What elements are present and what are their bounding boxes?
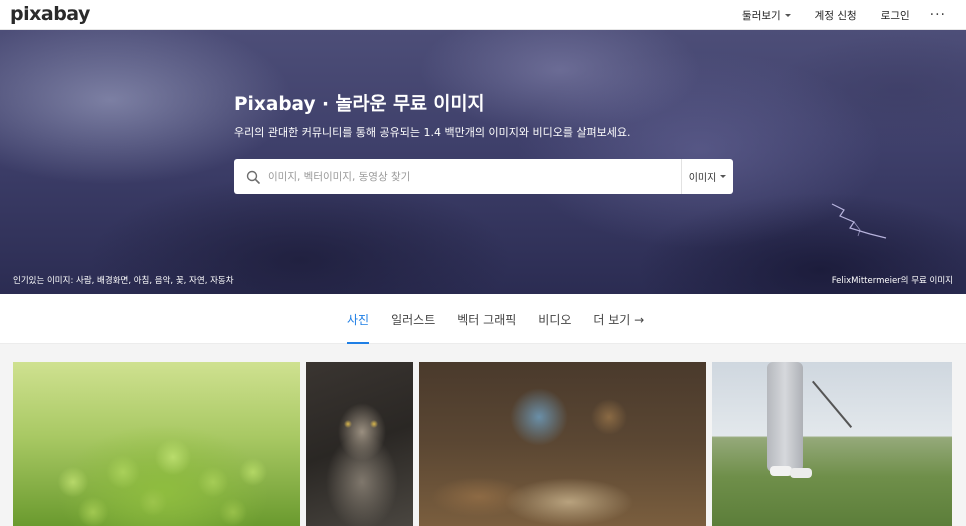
- hero-banner: Pixabay · 놀라운 무료 이미지 우리의 관대한 커뮤니티를 통해 공유…: [0, 30, 966, 294]
- hero-title: Pixabay · 놀라운 무료 이미지: [234, 94, 485, 115]
- media-type-tabs: 사진 일러스트 벡터 그래픽 비디오 더 보기 →: [347, 294, 666, 344]
- tab-vector-graphics[interactable]: 벡터 그래픽: [457, 294, 516, 344]
- golfer-shoe: [790, 468, 812, 478]
- tab-videos[interactable]: 비디오: [538, 294, 571, 344]
- popular-images-links[interactable]: 인기있는 이미지: 사람, 배경화면, 아침, 음악, 꽃, 자연, 자동차: [13, 274, 234, 286]
- tab-photos[interactable]: 사진: [347, 294, 370, 344]
- gallery-photo-romanesco[interactable]: [13, 362, 300, 526]
- more-horizontal-icon[interactable]: ···: [922, 7, 958, 23]
- login-link[interactable]: 로그인: [869, 8, 922, 23]
- media-type-tabs-bar: 사진 일러스트 벡터 그래픽 비디오 더 보기 →: [0, 294, 966, 344]
- search-icon[interactable]: [238, 159, 268, 194]
- gallery-photo-golfer[interactable]: [712, 362, 952, 526]
- image-gallery: [0, 344, 966, 526]
- tab-more[interactable]: 더 보기 →: [593, 294, 644, 344]
- search-box: 이미지: [234, 159, 733, 194]
- chevron-down-icon: [720, 175, 727, 178]
- golfer-shoe: [770, 466, 792, 476]
- search-type-label: 이미지: [688, 173, 717, 184]
- hero-subtitle: 우리의 관대한 커뮤니티를 통해 공유되는 1.4 백만개의 이미지와 비디오를…: [234, 126, 631, 139]
- image-credit-link[interactable]: FelixMittermeier의 무료 이미지: [832, 274, 953, 286]
- signup-link[interactable]: 계정 신청: [803, 8, 869, 23]
- explore-menu-button[interactable]: 둘러보기: [730, 8, 803, 23]
- header-nav: 둘러보기 계정 신청 로그인 ···: [730, 0, 958, 30]
- pixabay-logo[interactable]: pixabay: [10, 3, 90, 25]
- golf-club: [812, 380, 853, 428]
- chevron-down-icon: [784, 13, 791, 17]
- golfer-figure: [767, 362, 803, 472]
- gallery-photo-vintage-desk[interactable]: [419, 362, 706, 526]
- gallery-photo-cat[interactable]: [306, 362, 413, 526]
- lightning-decoration: [831, 203, 887, 239]
- tab-illustrations[interactable]: 일러스트: [391, 294, 435, 344]
- search-input[interactable]: [268, 160, 681, 193]
- search-type-dropdown[interactable]: 이미지: [681, 159, 733, 194]
- explore-menu-label: 둘러보기: [742, 9, 781, 22]
- top-navigation-bar: pixabay 둘러보기 계정 신청 로그인 ···: [0, 0, 966, 30]
